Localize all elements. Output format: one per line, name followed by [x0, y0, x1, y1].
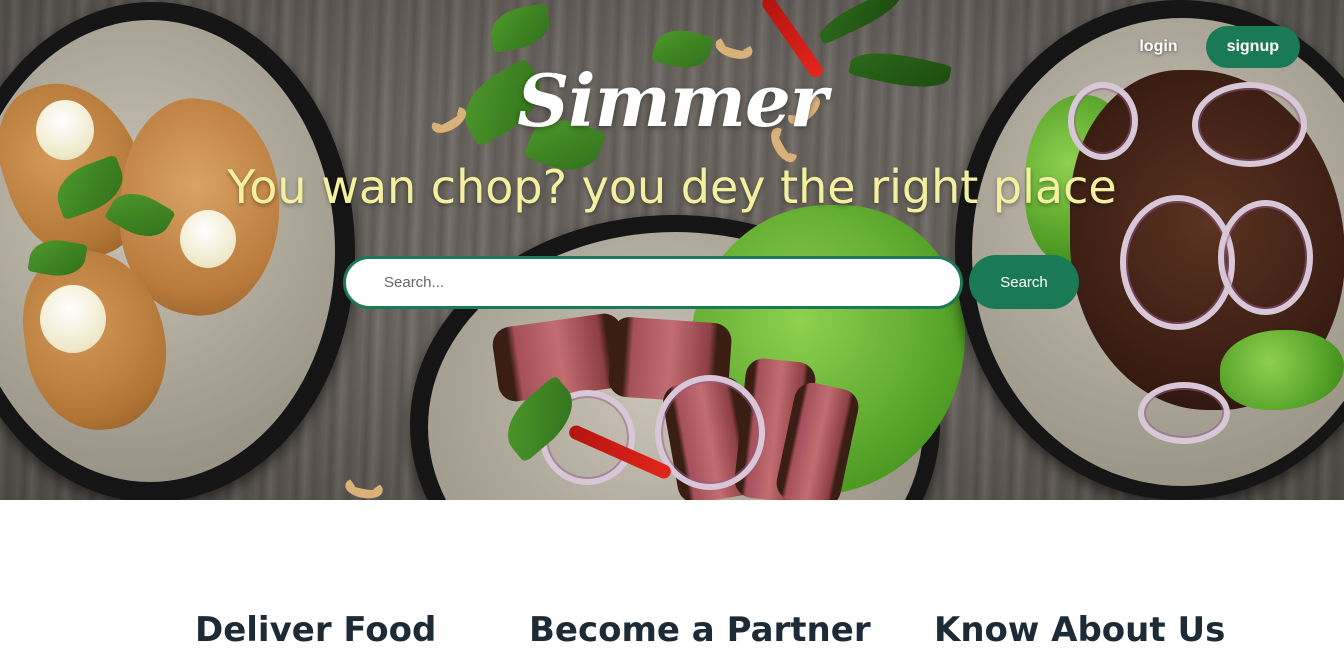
login-link[interactable]: login — [1139, 38, 1177, 56]
hero-banner: login signup Simmer You wan chop? you de… — [0, 0, 1344, 500]
hero-tagline: You wan chop? you dey the right place — [227, 160, 1117, 214]
feature-deliver-food: Deliver Food — [195, 610, 437, 650]
search-bar: Search — [343, 255, 1079, 309]
search-input[interactable] — [343, 255, 963, 309]
feature-become-partner: Become a Partner — [529, 610, 871, 650]
brand-logo[interactable]: Simmer — [0, 58, 1344, 143]
top-nav: login signup — [1139, 26, 1300, 68]
feature-know-about-us: Know About Us — [934, 610, 1226, 650]
signup-button[interactable]: signup — [1205, 26, 1300, 68]
search-button[interactable]: Search — [969, 255, 1079, 309]
features-section: Deliver Food Become a Partner Know About… — [0, 610, 1344, 650]
